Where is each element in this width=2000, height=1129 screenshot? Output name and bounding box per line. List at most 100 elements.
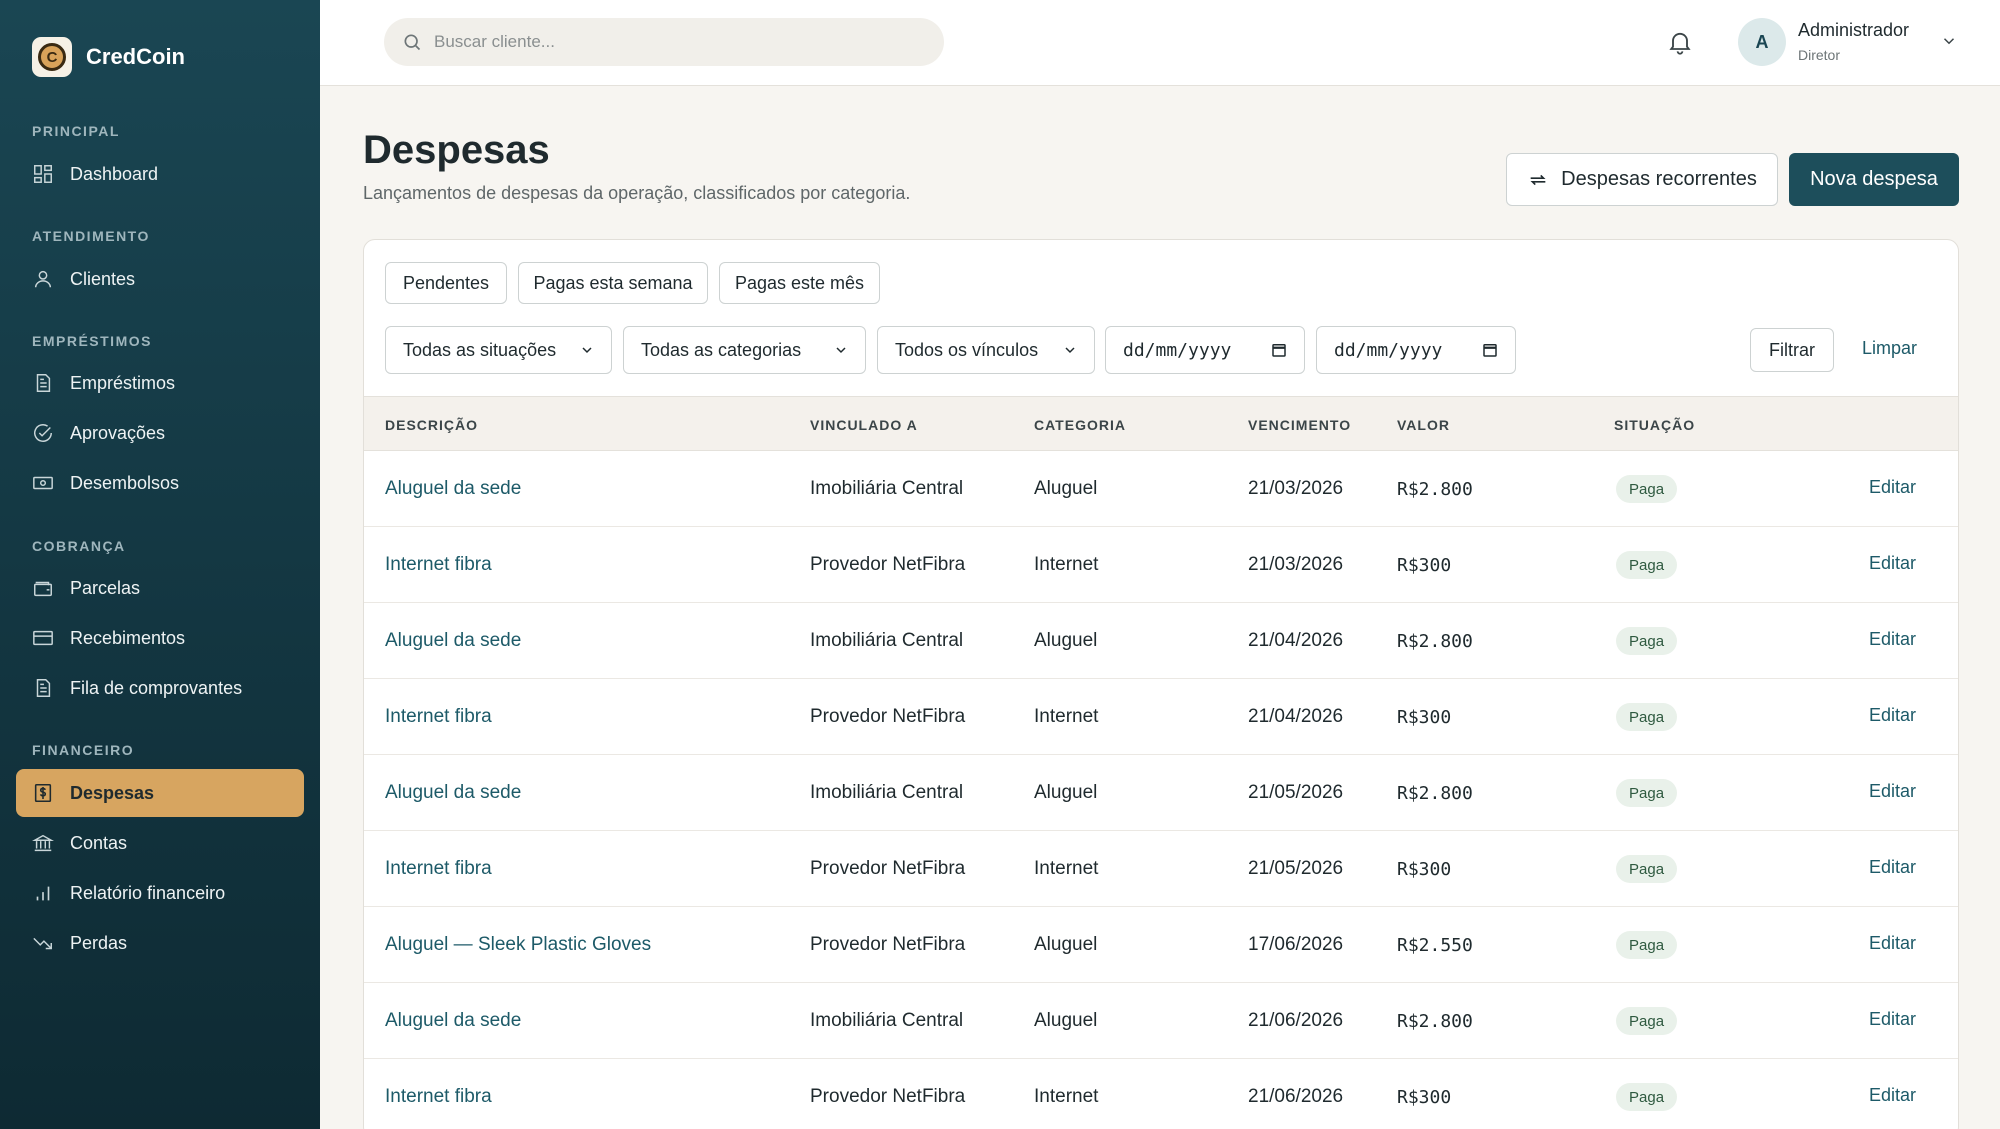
column-header: VENCIMENTO — [1248, 417, 1352, 433]
sidebar-item-dashboard[interactable]: Dashboard — [16, 150, 304, 198]
edit-link[interactable]: Editar — [1869, 705, 1916, 726]
row-description[interactable]: Internet fibra — [385, 1086, 492, 1108]
sidebar-item-despesas[interactable]: Despesas — [16, 769, 304, 817]
row-amount: R$2.800 — [1397, 479, 1473, 500]
card-icon — [33, 630, 53, 646]
sidebar: C CredCoin PRINCIPAL Dashboard ATENDIMEN… — [0, 0, 320, 1129]
sidebar-item-parcelas[interactable]: Parcelas — [16, 564, 304, 612]
row-category: Aluguel — [1034, 782, 1098, 803]
row-amount: R$300 — [1397, 1087, 1452, 1108]
edit-link[interactable]: Editar — [1869, 477, 1916, 498]
nav-section-emprestimos: EMPRÉSTIMOS — [32, 333, 152, 349]
sidebar-item-emprestimos[interactable]: Empréstimos — [16, 359, 304, 407]
vinculo-select[interactable]: Todos os vínculos — [877, 326, 1095, 374]
search-input[interactable] — [434, 32, 914, 52]
row-description[interactable]: Aluguel da sede — [385, 630, 521, 652]
row-due-date: 21/05/2026 — [1248, 782, 1344, 803]
table-row: Aluguel — Sleek Plastic Gloves Provedor … — [364, 907, 1958, 983]
row-description[interactable]: Internet fibra — [385, 706, 492, 728]
sidebar-item-recebimentos[interactable]: Recebimentos — [16, 614, 304, 662]
row-category: Internet — [1034, 706, 1099, 727]
row-description[interactable]: Internet fibra — [385, 554, 492, 576]
new-expense-button[interactable]: Nova despesa — [1789, 153, 1959, 206]
dollar-doc-icon — [34, 783, 52, 803]
chevron-down-icon — [1065, 347, 1075, 354]
filter-button[interactable]: Filtrar — [1750, 328, 1834, 372]
status-badge: Paga — [1616, 703, 1678, 731]
table-row: Aluguel da sede Imobiliária Central Alug… — [364, 983, 1958, 1059]
column-header: CATEGORIA — [1034, 417, 1126, 433]
quick-filter-pagas-mes[interactable]: Pagas este mês — [719, 262, 880, 304]
edit-link[interactable]: Editar — [1869, 857, 1916, 878]
row-category: Internet — [1034, 858, 1099, 879]
bell-icon[interactable] — [1666, 28, 1694, 56]
clear-button[interactable]: Limpar — [1862, 338, 1917, 359]
sidebar-item-label: Parcelas — [70, 577, 141, 598]
row-amount: R$300 — [1397, 707, 1452, 728]
table-header: DESCRIÇÃO VINCULADO A CATEGORIA VENCIMEN… — [364, 396, 1958, 451]
search-icon — [404, 34, 421, 51]
row-description[interactable]: Aluguel da sede — [385, 478, 521, 500]
chevron-down-icon[interactable] — [1940, 32, 1958, 50]
edit-link[interactable]: Editar — [1869, 933, 1916, 954]
sidebar-item-relatorio-financeiro[interactable]: Relatório financeiro — [16, 869, 304, 917]
column-header: SITUAÇÃO — [1614, 417, 1696, 433]
cash-icon — [33, 476, 53, 490]
edit-link[interactable]: Editar — [1869, 781, 1916, 802]
row-linked-to: Provedor NetFibra — [810, 1086, 966, 1107]
column-header: DESCRIÇÃO — [385, 417, 479, 433]
row-due-date: 17/06/2026 — [1248, 934, 1344, 955]
row-description[interactable]: Internet fibra — [385, 858, 492, 880]
row-amount: R$300 — [1397, 859, 1452, 880]
repeat-icon — [1530, 174, 1546, 185]
expenses-card: Pendentes Pagas esta semana Pagas este m… — [363, 239, 1959, 1129]
row-amount: R$2.550 — [1397, 935, 1473, 956]
sidebar-item-aprovacoes[interactable]: Aprovações — [16, 409, 304, 457]
sidebar-item-label: Perdas — [70, 932, 128, 953]
brand[interactable]: C CredCoin — [32, 37, 185, 77]
check-circle-icon — [34, 424, 52, 442]
situacao-select[interactable]: Todas as situações — [385, 326, 612, 374]
page-subtitle: Lançamentos de despesas da operação, cla… — [363, 183, 911, 203]
user-icon — [34, 270, 52, 288]
row-due-date: 21/03/2026 — [1248, 478, 1344, 499]
sidebar-item-clientes[interactable]: Clientes — [16, 255, 304, 303]
edit-link[interactable]: Editar — [1869, 1009, 1916, 1030]
brand-logo: C — [32, 37, 72, 77]
date-to-input[interactable]: dd/mm/yyyy — [1316, 326, 1516, 374]
recurring-expenses-label: Despesas recorrentes — [1561, 168, 1757, 190]
row-description[interactable]: Aluguel da sede — [385, 1010, 521, 1032]
row-description[interactable]: Aluguel — Sleek Plastic Gloves — [385, 934, 651, 956]
status-badge: Paga — [1616, 1007, 1678, 1035]
coin-icon: C — [38, 43, 66, 71]
trending-down-icon — [33, 937, 52, 950]
edit-link[interactable]: Editar — [1869, 553, 1916, 574]
categoria-select[interactable]: Todas as categorias — [623, 326, 866, 374]
bar-chart-icon — [36, 886, 50, 901]
quick-filter-pagas-semana[interactable]: Pagas esta semana — [518, 262, 708, 304]
sidebar-item-perdas[interactable]: Perdas — [16, 919, 304, 967]
recurring-expenses-button[interactable]: Despesas recorrentes — [1506, 153, 1778, 206]
avatar[interactable]: A — [1738, 18, 1786, 66]
date-to-value: dd/mm/yyyy — [1334, 339, 1443, 361]
quick-filter-pendentes[interactable]: Pendentes — [385, 262, 507, 304]
edit-link[interactable]: Editar — [1869, 1085, 1916, 1106]
sidebar-item-contas[interactable]: Contas — [16, 819, 304, 867]
topbar: A Administrador Diretor — [320, 0, 2000, 86]
column-header: VINCULADO A — [810, 417, 918, 433]
edit-link[interactable]: Editar — [1869, 629, 1916, 650]
vinculo-select-value: Todos os vínculos — [895, 339, 1039, 360]
document-icon — [36, 679, 51, 697]
row-category: Internet — [1034, 1086, 1099, 1107]
sidebar-item-fila-de-comprovantes[interactable]: Fila de comprovantes — [16, 664, 304, 712]
sidebar-item-label: Relatório financeiro — [70, 882, 226, 903]
bank-icon — [32, 834, 54, 852]
row-linked-to: Imobiliária Central — [810, 630, 964, 651]
search-box[interactable] — [384, 18, 944, 66]
row-description[interactable]: Aluguel da sede — [385, 782, 521, 804]
situacao-select-value: Todas as situações — [403, 339, 557, 360]
user-name[interactable]: Administrador — [1798, 20, 1909, 41]
user-role: Diretor — [1798, 47, 1841, 63]
sidebar-item-desembolsos[interactable]: Desembolsos — [16, 459, 304, 507]
date-from-input[interactable]: dd/mm/yyyy — [1105, 326, 1305, 374]
